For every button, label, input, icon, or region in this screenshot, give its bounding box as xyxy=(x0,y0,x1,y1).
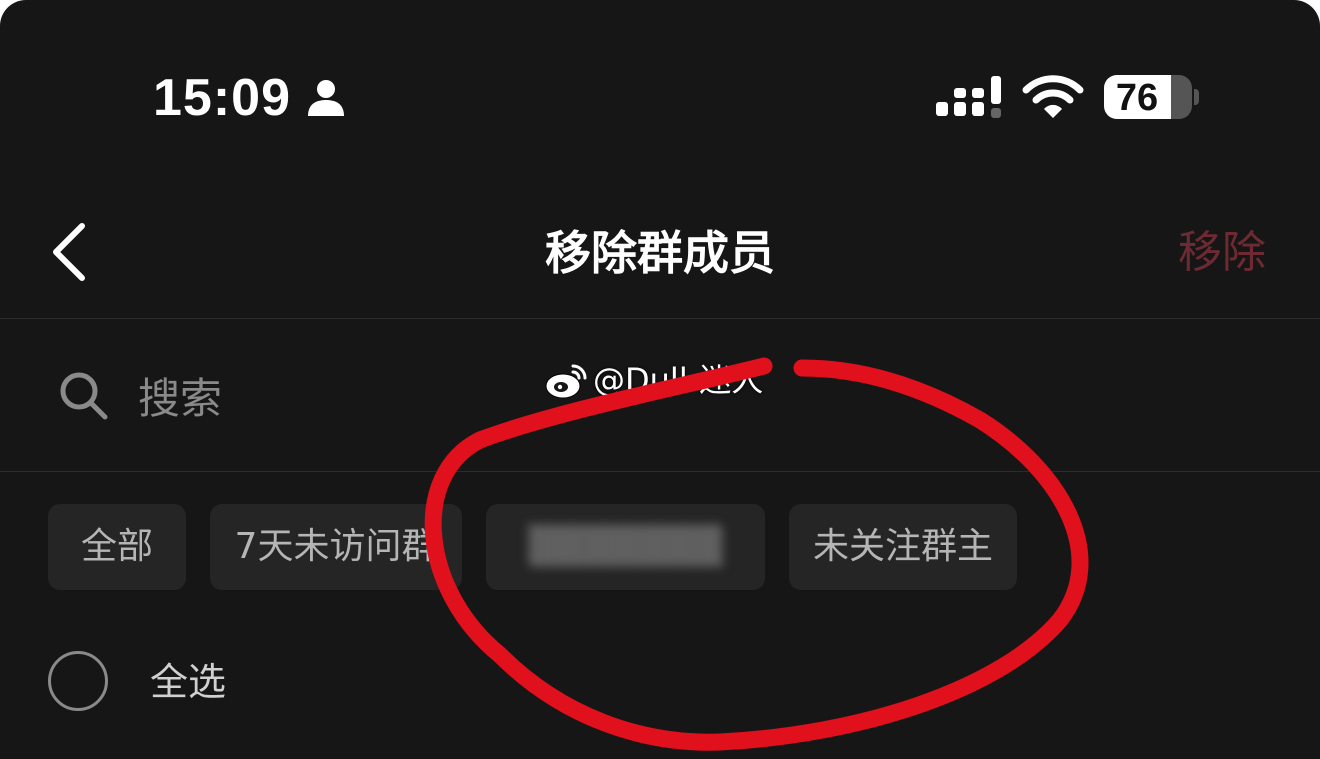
select-all-label: 全选 xyxy=(150,660,227,704)
search-input[interactable] xyxy=(136,362,500,434)
search-divider xyxy=(0,471,1320,472)
status-time: 15:09 xyxy=(153,69,291,127)
remove-button[interactable]: 移除 xyxy=(1178,222,1266,284)
battery-icon: 76 xyxy=(1104,75,1192,119)
app-screen: 15:09 76 移除群成员 移除 搜索 全部 7天未访问群 ▒▒▒▒▒▒▒ 未… xyxy=(0,0,1320,759)
redacted-label: ▒▒▒▒▒▒▒ xyxy=(528,526,723,567)
signal-icon xyxy=(936,76,1001,118)
filter-chip-all[interactable]: 全部 xyxy=(48,504,186,590)
page-title: 移除群成员 xyxy=(545,226,775,280)
filter-chip-label: 7天未访问群 xyxy=(234,526,438,567)
select-all-radio[interactable] xyxy=(48,651,108,711)
filter-chip-not-following-owner[interactable]: 未关注群主 xyxy=(789,504,1017,590)
filter-chip-label: 未关注群主 xyxy=(812,526,993,567)
person-icon xyxy=(308,80,344,116)
nav-divider xyxy=(0,318,1320,319)
filter-chip-label: 全部 xyxy=(80,526,153,567)
filter-chip-inactive-7d[interactable]: 7天未访问群 xyxy=(210,504,462,590)
weibo-logo-icon xyxy=(545,364,587,399)
wifi-icon xyxy=(1022,75,1084,118)
status-bar: 15:09 76 xyxy=(0,0,1320,150)
filter-chip-redacted[interactable]: ▒▒▒▒▒▒▒ xyxy=(486,504,765,590)
battery-nub xyxy=(1194,89,1199,105)
battery-level: 76 xyxy=(1115,77,1159,119)
search-icon xyxy=(60,372,108,420)
watermark-text: @Dull-迷人 xyxy=(593,361,764,399)
